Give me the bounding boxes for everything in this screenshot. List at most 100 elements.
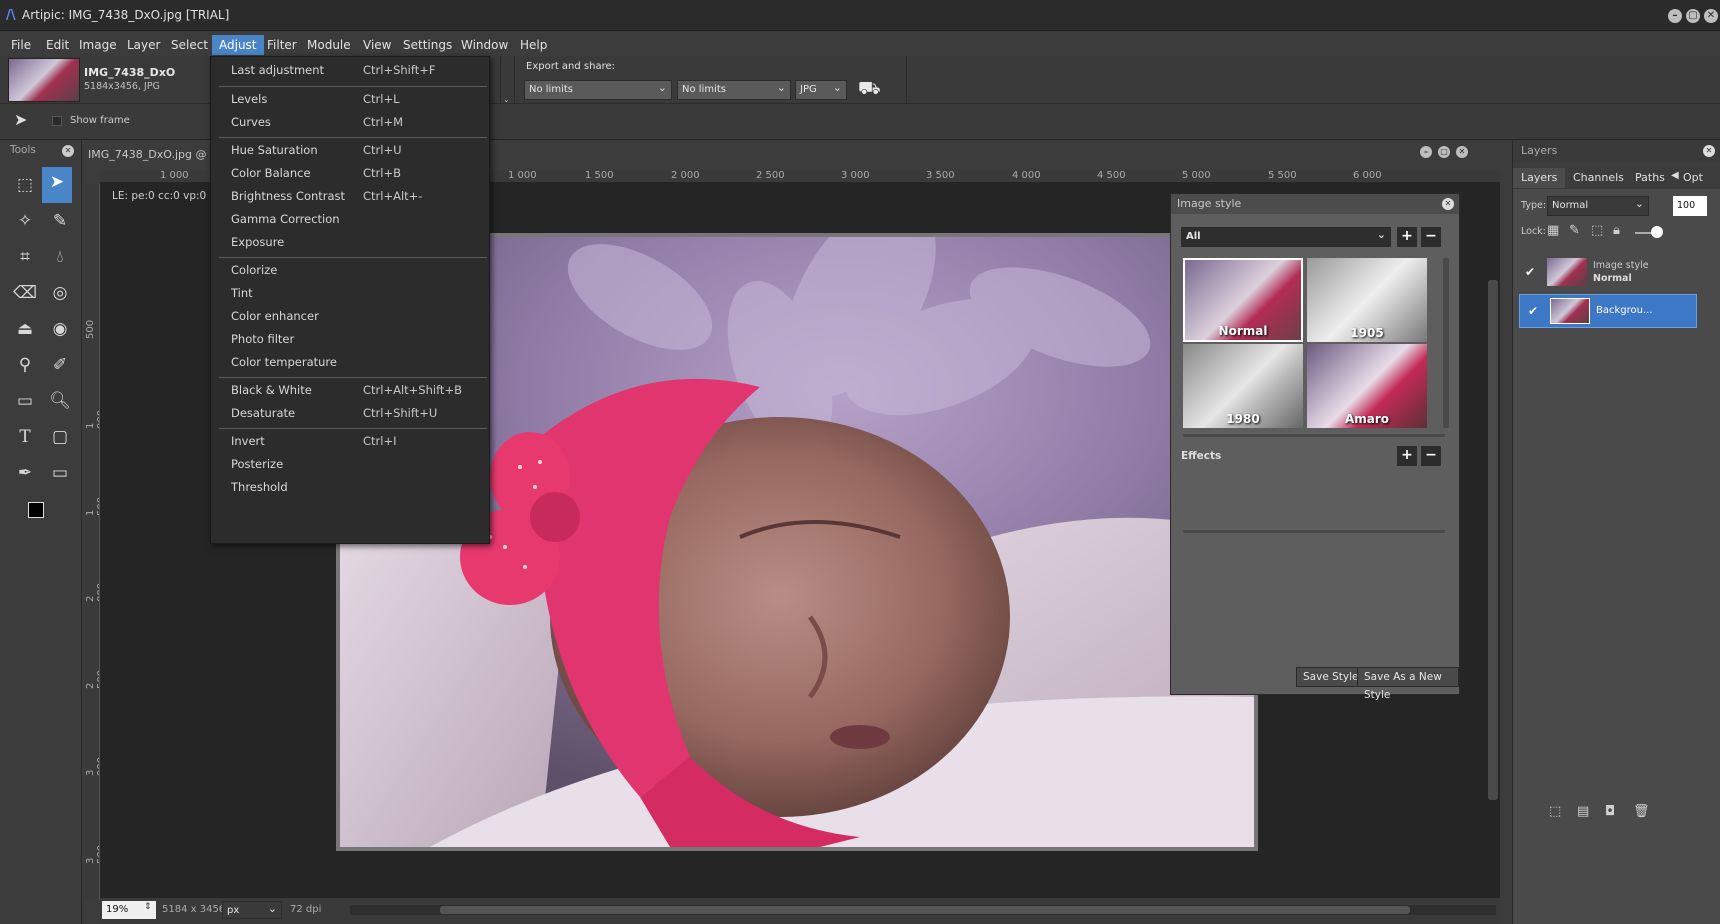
menu-edit[interactable]: Edit [39,35,76,55]
menu-item-invert[interactable]: Invert Ctrl+I [211,430,489,453]
eraser-icon[interactable]: ⌫ [10,278,40,308]
pen-tool-icon[interactable]: ✒ [10,458,40,488]
menu-item-brightness-contrast[interactable]: Brightness Contrast Ctrl+Alt+- [211,185,489,208]
tab-paths[interactable]: Paths [1627,168,1673,188]
doc-close-button[interactable]: ✕ [1456,146,1468,158]
text-tool-icon[interactable]: T [10,422,40,452]
zoom-icon[interactable]: 🔍︎ [45,386,75,416]
close-icon[interactable]: ✕ [62,145,74,157]
size-limit-dropdown[interactable]: No limits [524,79,672,100]
lock-all-icon[interactable]: 🔒︎ [1613,223,1620,238]
tab-scroll-left-icon[interactable]: ◀ [1671,170,1679,181]
foreground-color-swatch[interactable] [28,502,44,518]
layer-background[interactable]: ✔ Backgrou... [1519,294,1697,328]
move-tool-icon[interactable]: ➤ [42,167,72,203]
tab-layers[interactable]: Layers [1513,168,1566,188]
size-limit-dropdown-2[interactable]: No limits [677,79,791,100]
show-frame-checkbox[interactable] [52,116,62,126]
new-page-icon[interactable]: ▤ [1577,804,1589,819]
close-icon[interactable]: ✕ [1703,145,1715,157]
minimize-button[interactable]: – [1668,9,1682,23]
document-tab[interactable]: IMG_7438_DxO.jpg @ [88,142,208,168]
menu-help[interactable]: Help [513,35,554,55]
menu-image[interactable]: Image [72,35,124,55]
menu-layer[interactable]: Layer [120,35,167,55]
menu-item-color-balance[interactable]: Color Balance Ctrl+B [211,162,489,185]
menu-item-black-white[interactable]: Black & White Ctrl+Alt+Shift+B [211,379,489,402]
menu-filter[interactable]: Filter [260,35,304,55]
export-share-icon[interactable]: ⛟ [858,78,881,102]
menu-item-exposure[interactable]: Exposure [211,231,489,254]
maximize-button[interactable]: ▢ [1686,9,1700,23]
zoom-stepper-icon[interactable]: ⇕ [144,902,152,912]
layer-image-style[interactable]: ✔ Image style Normal [1521,256,1703,288]
menu-item-photo-filter[interactable]: Photo filter [211,328,489,351]
vertical-scrollbar[interactable] [1488,280,1498,800]
doc-restore-button[interactable]: ▢ [1438,146,1450,158]
close-icon[interactable]: ✕ [1442,198,1454,210]
remove-effect-button[interactable]: − [1421,446,1441,466]
blend-mode-dropdown[interactable]: Normal [1547,195,1649,216]
crop-icon[interactable]: ⌗ [10,242,40,272]
mask-icon[interactable]: ◘ [1605,804,1615,819]
add-style-button[interactable]: + [1397,227,1417,247]
remove-style-button[interactable]: − [1421,227,1441,247]
style-filter-dropdown[interactable]: All [1181,226,1391,247]
close-button[interactable]: ✕ [1704,9,1718,23]
new-layer-icon[interactable]: ⬚ [1549,804,1561,819]
menu-item-tint[interactable]: Tint [211,282,489,305]
stamp-icon[interactable]: ⏏ [10,314,40,344]
menu-module[interactable]: Module [300,35,358,55]
expand-chevron-icon[interactable]: ⌄ [503,95,510,104]
menu-item-color-enhancer[interactable]: Color enhancer [211,305,489,328]
eyedropper-icon[interactable]: ⚲ [10,350,40,380]
gradient-icon[interactable]: ▢ [45,422,75,452]
menu-settings[interactable]: Settings [396,35,459,55]
lock-position-icon[interactable]: ⬚ [1591,223,1603,238]
menu-view[interactable]: View [356,35,398,55]
heal-icon[interactable]: ◎ [45,278,75,308]
style-thumb-1905[interactable]: 1905 [1307,258,1427,342]
lock-paint-icon[interactable]: ✎ [1569,223,1580,238]
menu-window[interactable]: Window [454,35,515,55]
scroll-thumb[interactable] [440,906,1410,914]
menu-item-posterize[interactable]: Posterize [211,453,489,476]
visibility-check-icon[interactable]: ✔ [1526,304,1540,318]
menu-item-color-temperature[interactable]: Color temperature [211,351,489,374]
marquee-tool-icon[interactable]: ⬚ [10,170,40,200]
opacity-input[interactable]: 100 [1673,196,1707,216]
menu-item-desaturate[interactable]: Desaturate Ctrl+Shift+U [211,402,489,425]
rectangle-tool-icon[interactable]: ▭ [45,458,75,488]
brush-icon[interactable]: ✎ [45,206,75,236]
menu-item-colorize[interactable]: Colorize [211,259,489,282]
format-dropdown[interactable]: JPG [795,79,847,100]
tab-options[interactable]: Opt [1679,168,1707,188]
menu-item-curves[interactable]: Curves Ctrl+M [211,111,489,134]
doc-minimize-button[interactable]: – [1420,146,1432,158]
add-effect-button[interactable]: + [1397,446,1417,466]
tab-channels[interactable]: Channels [1565,168,1632,188]
menu-item-levels[interactable]: Levels Ctrl+L [211,88,489,111]
save-style-button[interactable]: Save Style [1296,667,1366,687]
lock-transparency-icon[interactable]: ▦ [1547,223,1559,238]
menu-adjust[interactable]: Adjust [212,35,264,55]
scanner-icon[interactable]: ▭ [10,386,40,416]
magic-wand-icon[interactable]: ✧ [10,206,40,236]
menu-item-hue-saturation[interactable]: Hue Saturation Ctrl+U [211,139,489,162]
menu-item-last-adjustment[interactable]: Last adjustment Ctrl+Shift+F [211,59,489,82]
style-scrollbar[interactable] [1443,258,1449,428]
menu-item-gamma-correction[interactable]: Gamma Correction [211,208,489,231]
trash-icon[interactable]: 🗑︎ [1633,804,1650,819]
save-new-style-button[interactable]: Save As a New Style [1357,667,1459,701]
menu-select[interactable]: Select [164,35,215,55]
style-thumb-1980[interactable]: 1980 [1183,344,1303,428]
color-picker-icon[interactable]: ✐ [45,350,75,380]
lock-toggle-knob[interactable] [1651,226,1663,238]
eye-icon[interactable]: ◉ [45,314,75,344]
blur-drop-icon[interactable]: 💧︎ [45,242,75,272]
unit-dropdown[interactable]: px [222,900,282,919]
menu-file[interactable]: File [4,35,38,55]
menu-item-threshold[interactable]: Threshold [211,476,489,499]
style-thumb-amaro[interactable]: Amaro [1307,344,1427,428]
style-thumb-normal[interactable]: Normal [1183,258,1303,342]
